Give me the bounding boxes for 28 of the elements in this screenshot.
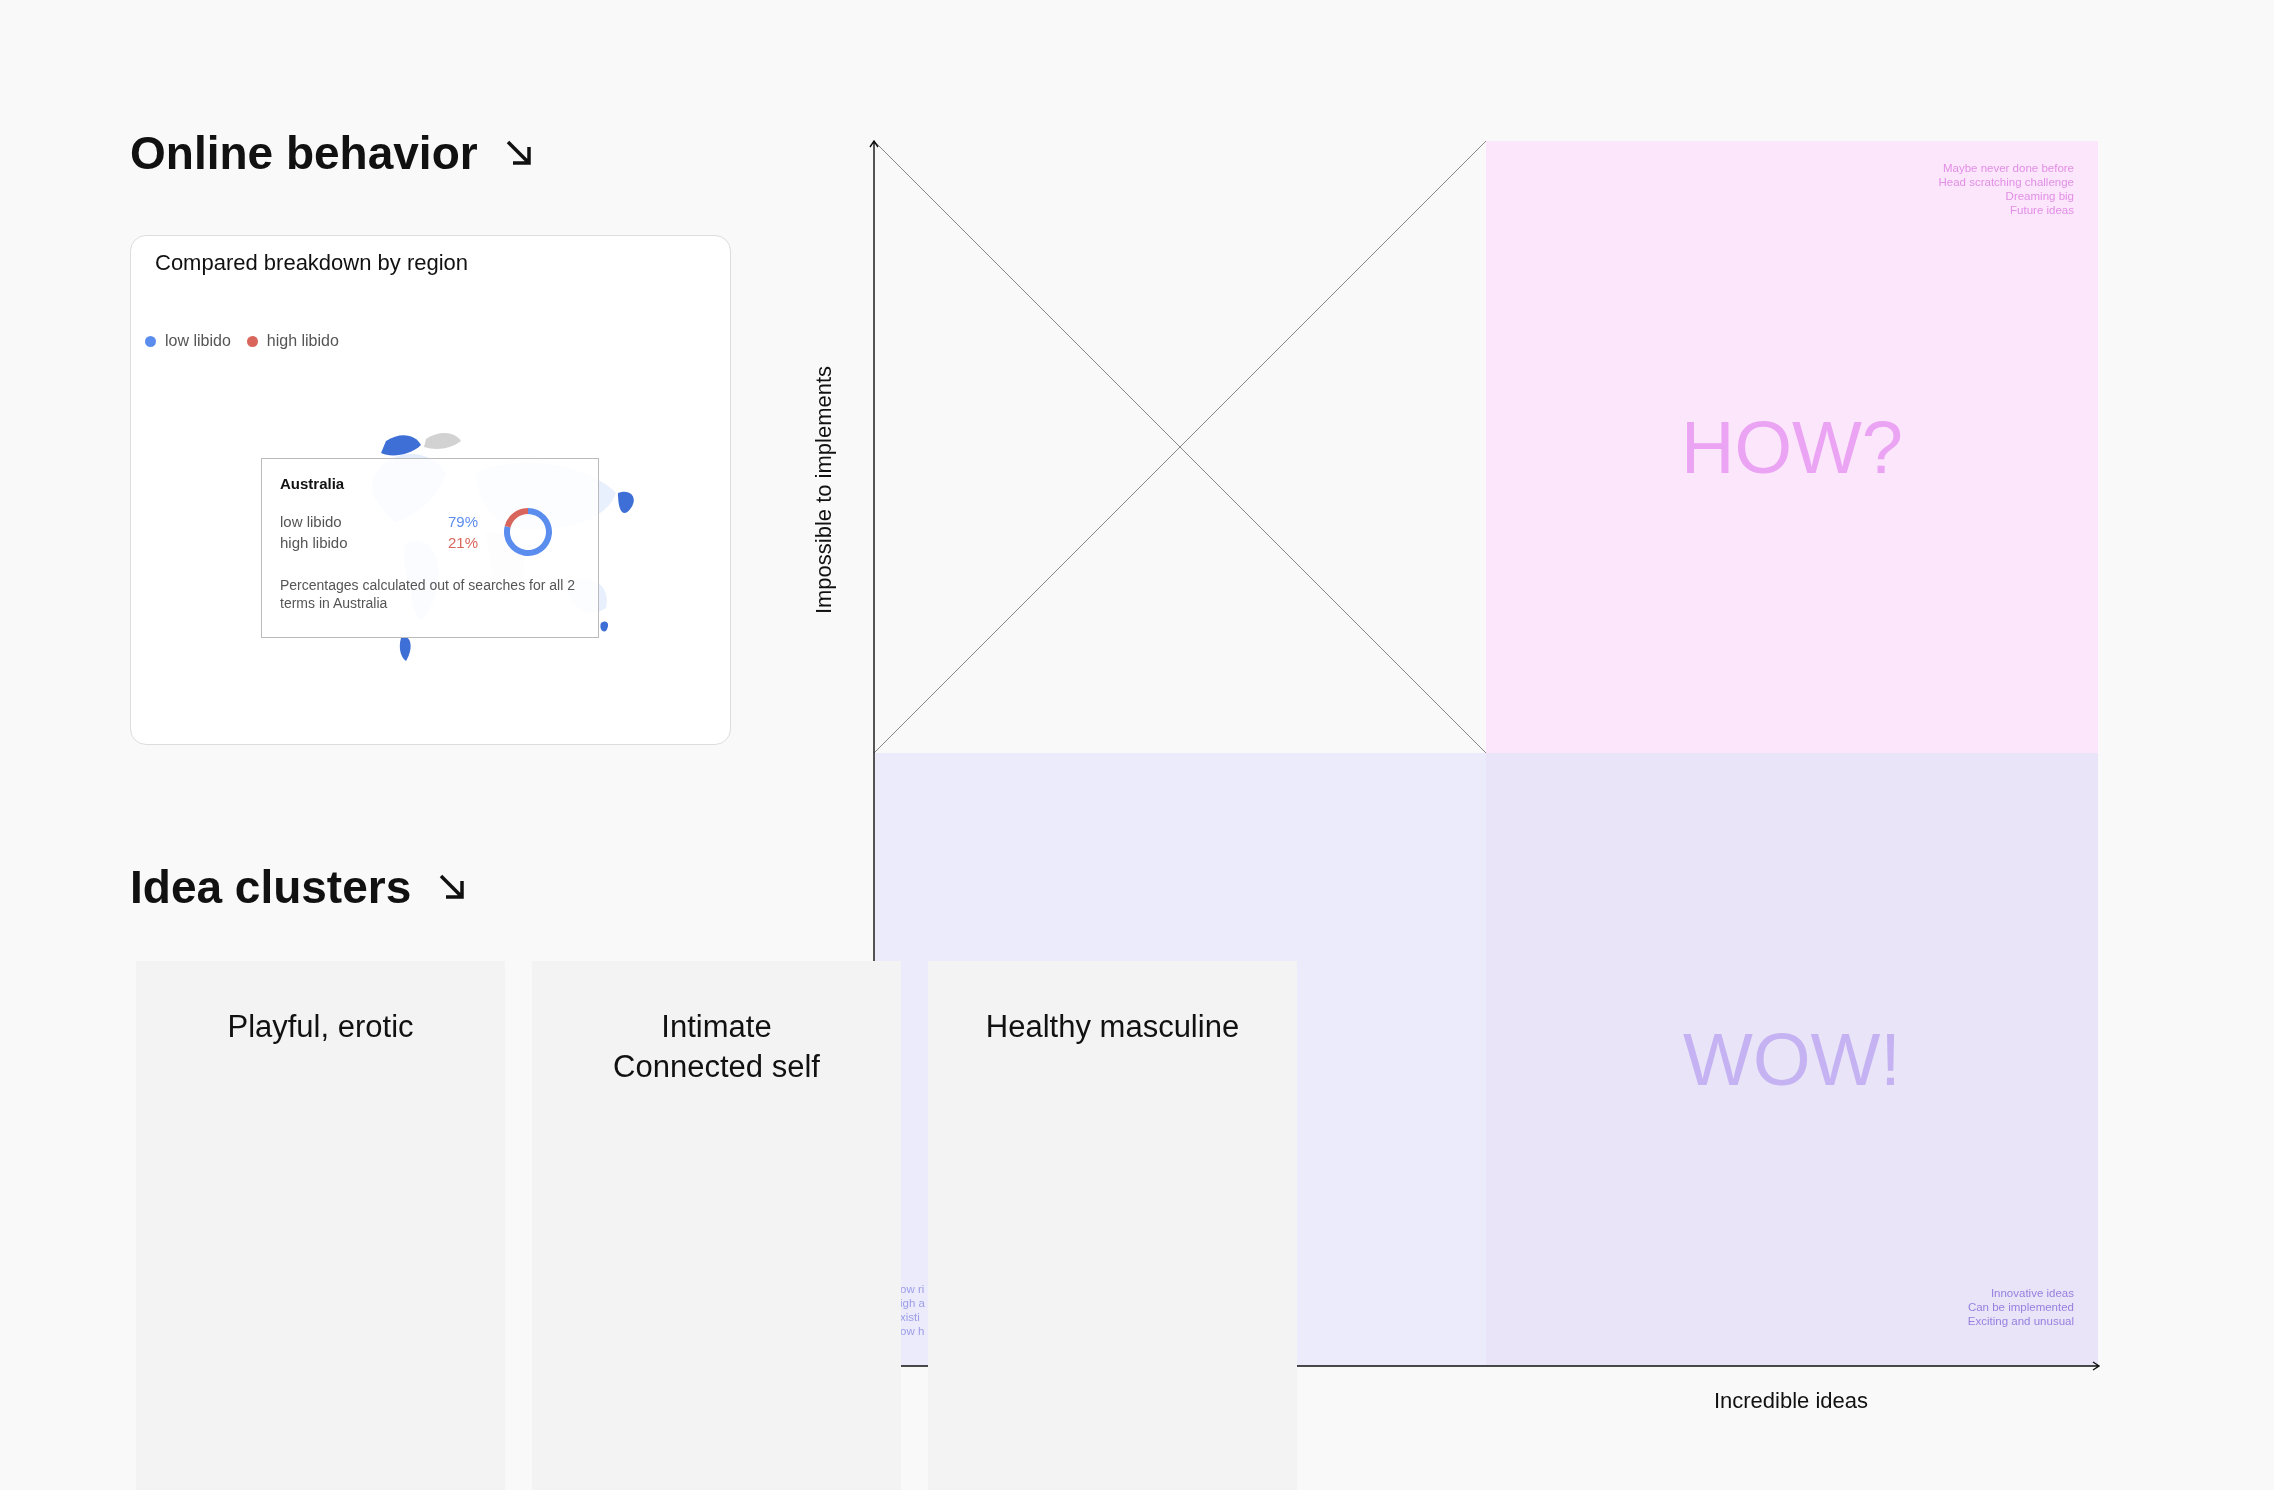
tooltip-title: Australia (280, 475, 346, 492)
note-line: ow ri (900, 1282, 925, 1296)
note-line: Innovative ideas (1989, 1286, 2074, 1300)
note-line: igh a (900, 1296, 925, 1310)
section-heading: Idea clusters (130, 860, 412, 914)
note-line: Head scratching challenge (1938, 175, 2074, 189)
series-value: 21% (447, 534, 478, 551)
section-heading: Online behavior (130, 126, 478, 180)
axis-label: Incredible ideas (1713, 1388, 1869, 1414)
legend-label: low libido (165, 332, 231, 350)
cluster-title: Intimate Connected self (612, 1008, 821, 1086)
card-title: Compared breakdown by region (155, 250, 469, 276)
quadrant-title: HOW? (1681, 404, 1903, 490)
note-line: Future ideas (2009, 203, 2074, 217)
note-line: Maybe never done before (1941, 161, 2074, 175)
note-line: Dreaming big (2004, 189, 2074, 203)
note-line: xisti (900, 1310, 921, 1324)
series-label: low libido (280, 513, 342, 530)
series-label: high libido (280, 534, 348, 551)
tooltip-note: Percentages calculated out of searches for all 2 terms in Australia (280, 576, 576, 613)
cluster-title: Playful, erotic (226, 1008, 415, 1046)
axis-label: Impossible to implements (811, 365, 837, 615)
cluster-title: Healthy masculine (984, 1008, 1241, 1046)
legend-label: high libido (266, 332, 339, 350)
note-line: ow h (900, 1324, 925, 1338)
series-value: 79% (447, 513, 478, 530)
note-line: Exciting and unusual (1967, 1314, 2074, 1328)
note-line: Can be implemented (1967, 1300, 2074, 1314)
